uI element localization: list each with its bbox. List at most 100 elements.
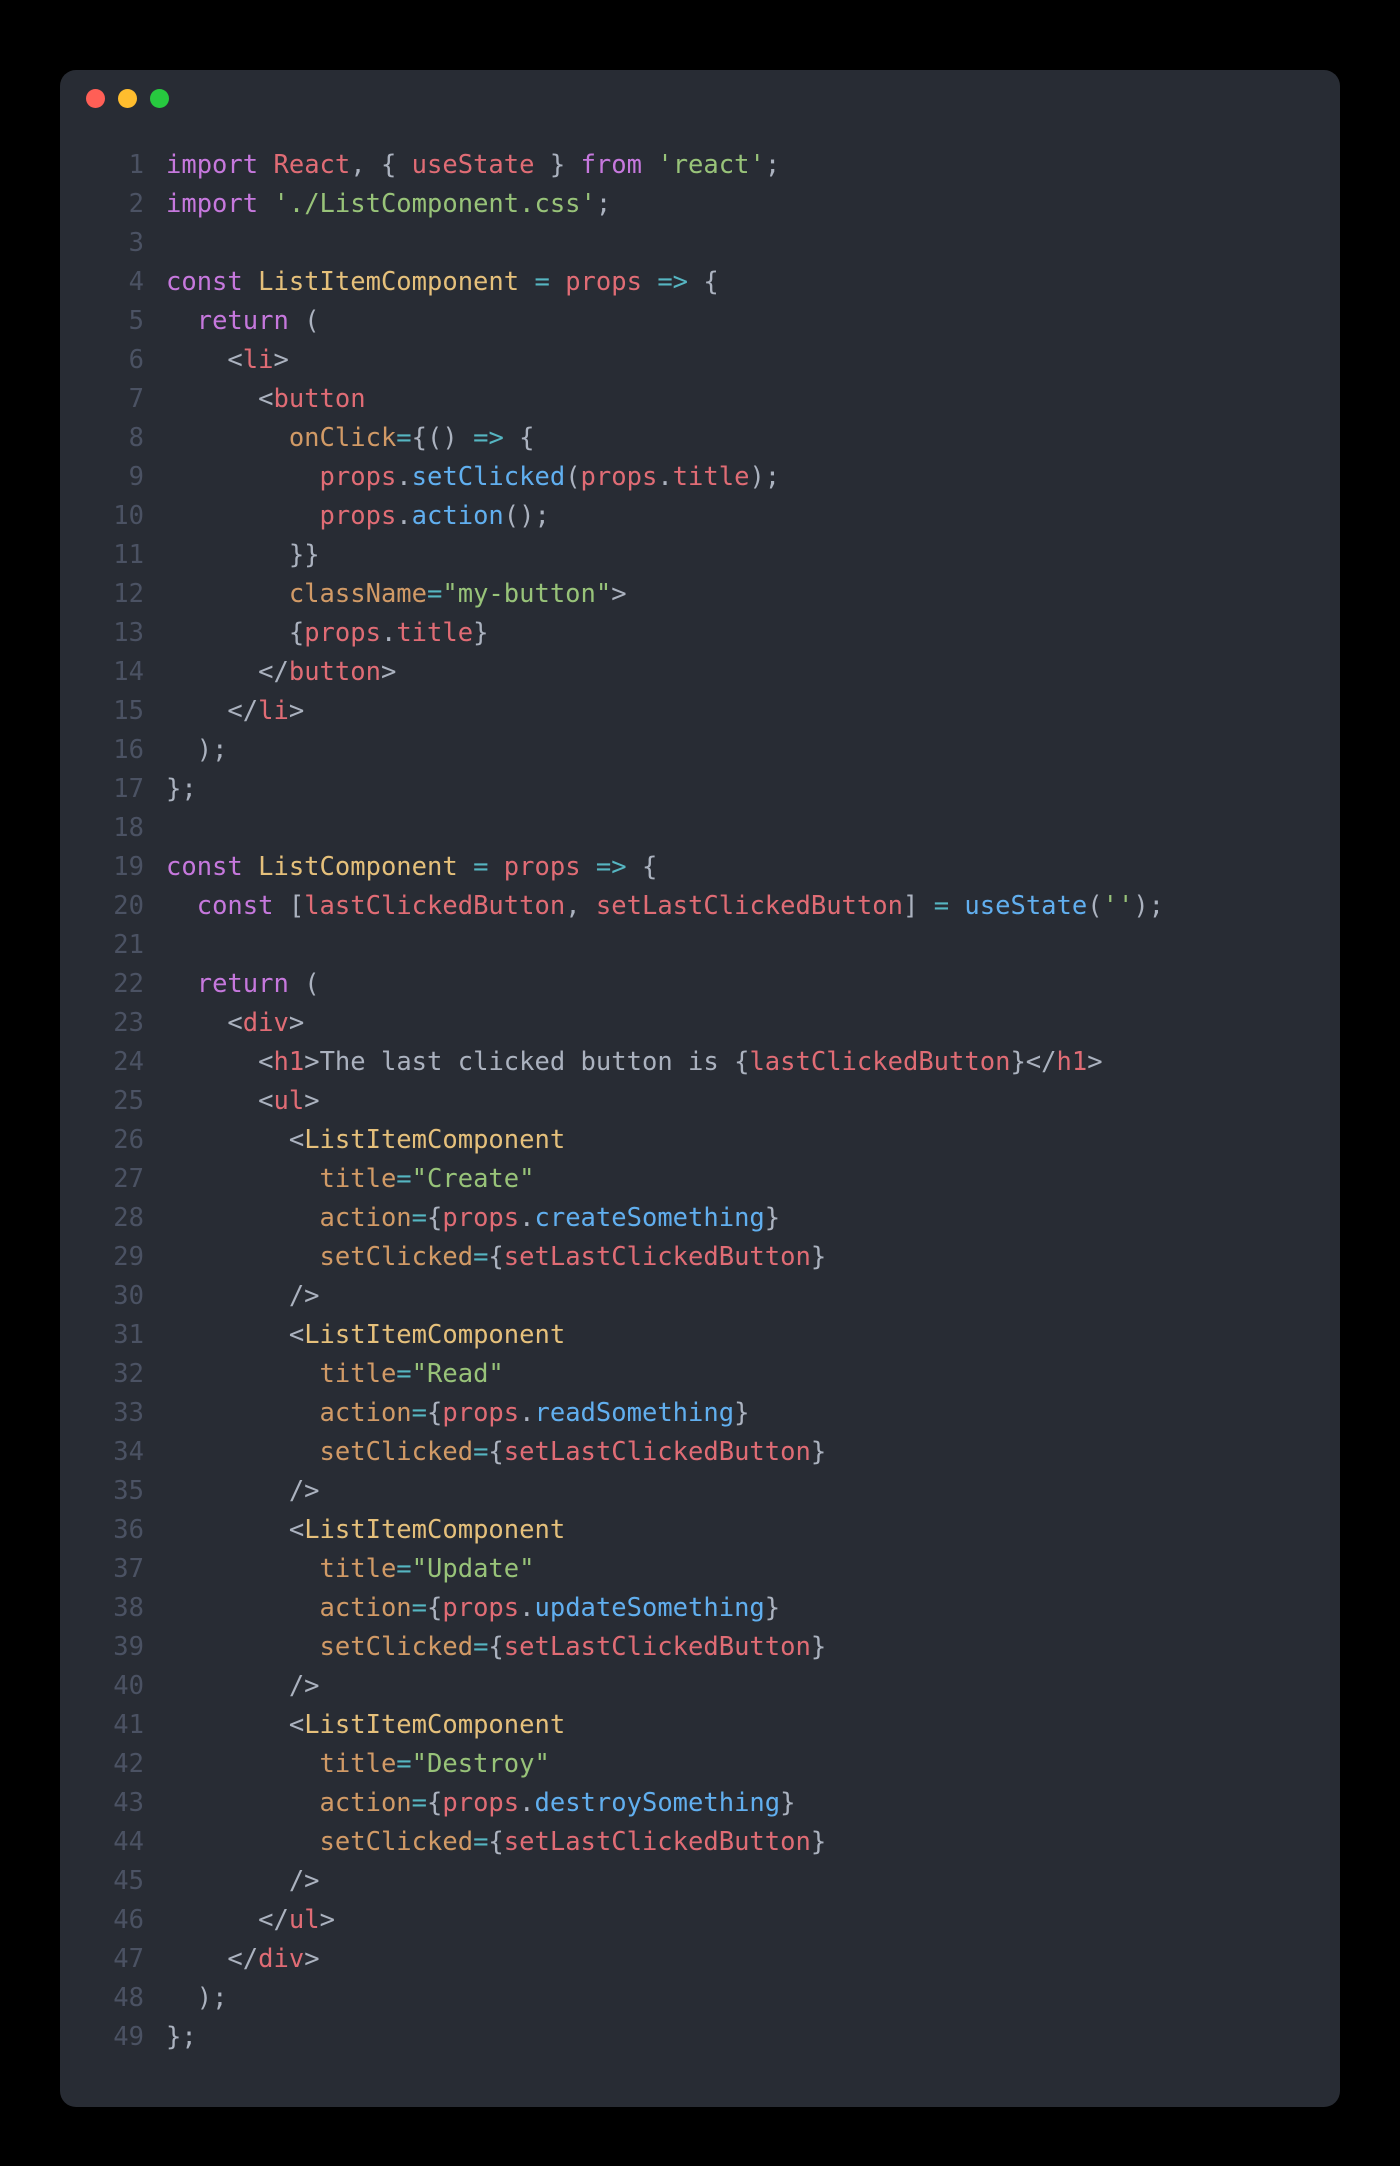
line-content[interactable]: ); [166,1979,1300,2018]
code-line[interactable]: 46 </ul> [86,1901,1300,1940]
close-icon[interactable] [86,89,105,108]
line-content[interactable]: /> [166,1277,1300,1316]
code-line[interactable]: 34 setClicked={setLastClickedButton} [86,1433,1300,1472]
code-line[interactable]: 3 [86,224,1300,263]
code-line[interactable]: 22 return ( [86,965,1300,1004]
code-line[interactable]: 10 props.action(); [86,497,1300,536]
code-line[interactable]: 24 <h1>The last clicked button is {lastC… [86,1043,1300,1082]
code-line[interactable]: 4const ListItemComponent = props => { [86,263,1300,302]
line-content[interactable]: return ( [166,965,1300,1004]
code-line[interactable]: 43 action={props.destroySomething} [86,1784,1300,1823]
line-content[interactable]: {props.title} [166,614,1300,653]
code-line[interactable]: 25 <ul> [86,1082,1300,1121]
code-line[interactable]: 21 [86,926,1300,965]
code-line[interactable]: 45 /> [86,1862,1300,1901]
code-line[interactable]: 19const ListComponent = props => { [86,848,1300,887]
line-content[interactable] [166,809,1300,848]
code-line[interactable]: 26 <ListItemComponent [86,1121,1300,1160]
line-content[interactable]: title="Destroy" [166,1745,1300,1784]
code-line[interactable]: 7 <button [86,380,1300,419]
code-line[interactable]: 32 title="Read" [86,1355,1300,1394]
code-line[interactable]: 12 className="my-button"> [86,575,1300,614]
code-line[interactable]: 40 /> [86,1667,1300,1706]
line-content[interactable]: <ListItemComponent [166,1316,1300,1355]
code-line[interactable]: 16 ); [86,731,1300,770]
code-line[interactable]: 13 {props.title} [86,614,1300,653]
line-content[interactable]: const [lastClickedButton, setLastClicked… [166,887,1300,926]
code-line[interactable]: 33 action={props.readSomething} [86,1394,1300,1433]
code-line[interactable]: 44 setClicked={setLastClickedButton} [86,1823,1300,1862]
line-content[interactable]: /> [166,1472,1300,1511]
code-line[interactable]: 39 setClicked={setLastClickedButton} [86,1628,1300,1667]
line-content[interactable]: /> [166,1667,1300,1706]
line-content[interactable]: <div> [166,1004,1300,1043]
code-line[interactable]: 9 props.setClicked(props.title); [86,458,1300,497]
line-content[interactable]: return ( [166,302,1300,341]
code-line[interactable]: 17}; [86,770,1300,809]
line-content[interactable]: import React, { useState } from 'react'; [166,146,1300,185]
line-content[interactable]: </ul> [166,1901,1300,1940]
code-line[interactable]: 15 </li> [86,692,1300,731]
line-content[interactable]: const ListItemComponent = props => { [166,263,1300,302]
line-content[interactable]: title="Update" [166,1550,1300,1589]
line-content[interactable]: import './ListComponent.css'; [166,185,1300,224]
line-content[interactable]: <ListItemComponent [166,1511,1300,1550]
line-content[interactable]: /> [166,1862,1300,1901]
line-content[interactable]: <ul> [166,1082,1300,1121]
code-line[interactable]: 47 </div> [86,1940,1300,1979]
line-content[interactable]: <li> [166,341,1300,380]
code-line[interactable]: 48 ); [86,1979,1300,2018]
line-content[interactable]: }} [166,536,1300,575]
line-content[interactable]: action={props.readSomething} [166,1394,1300,1433]
code-line[interactable]: 30 /> [86,1277,1300,1316]
line-content[interactable]: action={props.updateSomething} [166,1589,1300,1628]
code-line[interactable]: 1import React, { useState } from 'react'… [86,146,1300,185]
line-content[interactable] [166,926,1300,965]
line-content[interactable]: title="Read" [166,1355,1300,1394]
code-line[interactable]: 20 const [lastClickedButton, setLastClic… [86,887,1300,926]
line-content[interactable]: props.setClicked(props.title); [166,458,1300,497]
line-content[interactable]: </button> [166,653,1300,692]
code-line[interactable]: 27 title="Create" [86,1160,1300,1199]
code-line[interactable]: 28 action={props.createSomething} [86,1199,1300,1238]
line-content[interactable]: setClicked={setLastClickedButton} [166,1628,1300,1667]
code-line[interactable]: 49}; [86,2018,1300,2057]
minimize-icon[interactable] [118,89,137,108]
code-line[interactable]: 38 action={props.updateSomething} [86,1589,1300,1628]
code-editor[interactable]: 1import React, { useState } from 'react'… [60,126,1340,2077]
line-content[interactable]: }; [166,770,1300,809]
code-line[interactable]: 42 title="Destroy" [86,1745,1300,1784]
line-content[interactable] [166,224,1300,263]
line-content[interactable]: setClicked={setLastClickedButton} [166,1238,1300,1277]
code-line[interactable]: 37 title="Update" [86,1550,1300,1589]
code-line[interactable]: 6 <li> [86,341,1300,380]
line-content[interactable]: setClicked={setLastClickedButton} [166,1823,1300,1862]
code-line[interactable]: 36 <ListItemComponent [86,1511,1300,1550]
code-line[interactable]: 41 <ListItemComponent [86,1706,1300,1745]
code-line[interactable]: 35 /> [86,1472,1300,1511]
code-line[interactable]: 8 onClick={() => { [86,419,1300,458]
line-content[interactable]: setClicked={setLastClickedButton} [166,1433,1300,1472]
line-content[interactable]: }; [166,2018,1300,2057]
code-line[interactable]: 29 setClicked={setLastClickedButton} [86,1238,1300,1277]
line-content[interactable]: <ListItemComponent [166,1121,1300,1160]
line-content[interactable]: className="my-button"> [166,575,1300,614]
maximize-icon[interactable] [150,89,169,108]
line-content[interactable]: <h1>The last clicked button is {lastClic… [166,1043,1300,1082]
code-line[interactable]: 2import './ListComponent.css'; [86,185,1300,224]
code-line[interactable]: 14 </button> [86,653,1300,692]
line-content[interactable]: onClick={() => { [166,419,1300,458]
code-line[interactable]: 18 [86,809,1300,848]
line-content[interactable]: <ListItemComponent [166,1706,1300,1745]
line-content[interactable]: <button [166,380,1300,419]
line-content[interactable]: title="Create" [166,1160,1300,1199]
line-content[interactable]: action={props.createSomething} [166,1199,1300,1238]
line-content[interactable]: </li> [166,692,1300,731]
code-line[interactable]: 31 <ListItemComponent [86,1316,1300,1355]
line-content[interactable]: props.action(); [166,497,1300,536]
line-content[interactable]: </div> [166,1940,1300,1979]
line-content[interactable]: const ListComponent = props => { [166,848,1300,887]
line-content[interactable]: action={props.destroySomething} [166,1784,1300,1823]
line-content[interactable]: ); [166,731,1300,770]
code-line[interactable]: 5 return ( [86,302,1300,341]
